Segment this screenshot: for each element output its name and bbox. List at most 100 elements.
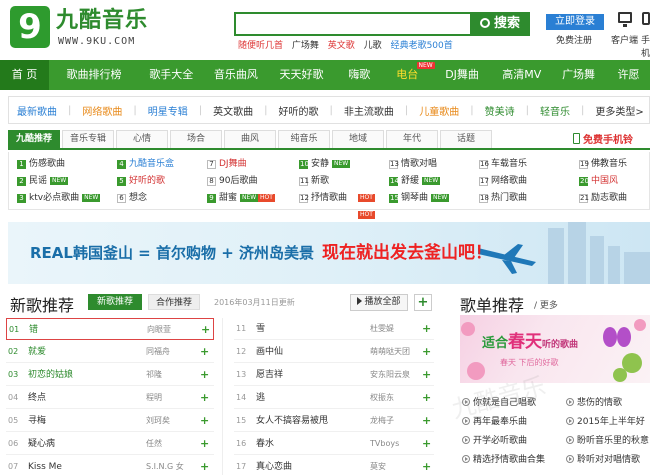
song-title[interactable]: 初恋的姑娘 xyxy=(28,364,73,386)
song-row[interactable]: 01 错 向眼萱 + xyxy=(6,318,214,340)
category-item[interactable]: 15 钢琴曲 NEW xyxy=(389,190,450,206)
category-item[interactable]: 19 佛教音乐 xyxy=(579,156,627,172)
song-row[interactable]: 17 真心恋曲 莫安 + xyxy=(234,456,434,475)
tab-category[interactable]: 音乐专辑 xyxy=(62,130,114,148)
song-artist[interactable]: 安东阳云泉 xyxy=(370,364,410,386)
category-item[interactable]: 10 安静 NEW xyxy=(299,156,351,172)
song-row[interactable]: 02 就爱 同福舟 + xyxy=(6,341,214,363)
song-artist[interactable]: 祁隆 xyxy=(146,364,162,386)
song-artist[interactable]: 杜雯媞 xyxy=(370,318,394,340)
playlist-item[interactable]: 开学必听歌曲 xyxy=(462,432,527,450)
category-item[interactable]: 9 甜蜜 NEW xyxy=(207,190,259,206)
category-item[interactable]: 16 车载音乐 xyxy=(479,156,527,172)
song-title[interactable]: 雪 xyxy=(256,318,265,340)
song-row[interactable]: 04 终点 程明 + xyxy=(6,387,214,409)
song-artist[interactable]: 同福舟 xyxy=(146,341,170,363)
song-title[interactable]: 就爱 xyxy=(28,341,46,363)
add-song-button[interactable]: + xyxy=(422,364,431,386)
nav-item[interactable]: 高清MV xyxy=(493,60,550,90)
category-item[interactable]: 20中国风HOT xyxy=(579,173,618,189)
song-title[interactable]: 疑心病 xyxy=(28,433,55,455)
tab-category[interactable]: 心情 xyxy=(116,130,168,148)
category-item[interactable]: 14 舒缓 NEW xyxy=(389,173,441,189)
mobile-link[interactable]: 手机 xyxy=(641,33,650,59)
genre-link[interactable]: 英文歌曲 xyxy=(213,103,253,118)
playlist-banner[interactable]: 适合春天听的歌曲 春天 下后的好歌 xyxy=(460,315,650,383)
song-artist[interactable]: 萌萌哒天团 xyxy=(370,341,410,363)
register-link[interactable]: 免费注册 xyxy=(556,33,592,46)
category-item[interactable]: 6 想念 xyxy=(117,190,147,206)
logo-mark[interactable]: 9 xyxy=(10,6,50,48)
add-song-button[interactable]: + xyxy=(422,387,431,409)
playlist-more-link[interactable]: / 更多 xyxy=(534,298,558,311)
genre-link[interactable]: 赞美诗 xyxy=(485,103,515,118)
song-artist[interactable]: S.I.N.G 女 xyxy=(146,456,184,475)
tab-category[interactable]: 九酷推荐 xyxy=(8,130,60,148)
song-row[interactable]: 05 寻梅 刘珂矣 + xyxy=(6,410,214,432)
category-item[interactable]: 5 好听的歌 HOT xyxy=(117,173,375,219)
song-artist[interactable]: 莫安 xyxy=(370,456,386,475)
phone-icon[interactable] xyxy=(642,12,650,25)
search-button[interactable]: 搜索 xyxy=(470,12,530,36)
tab-category[interactable]: 曲风 xyxy=(224,130,276,148)
song-row[interactable]: 11 雪 杜雯媞 + xyxy=(234,318,434,340)
nav-item[interactable]: 电台 NEW xyxy=(384,60,435,90)
song-artist[interactable]: 权振东 xyxy=(370,387,394,409)
nav-item[interactable]: 天天好歌 xyxy=(268,60,335,90)
song-artist[interactable]: 程明 xyxy=(146,387,162,409)
tab-category[interactable]: 话题 xyxy=(440,130,492,148)
client-link[interactable]: 客户端 xyxy=(611,33,638,46)
song-title[interactable]: 错 xyxy=(29,319,38,341)
song-title[interactable]: 寻梅 xyxy=(28,410,46,432)
nav-item[interactable]: 广场舞 xyxy=(550,60,607,90)
genre-link[interactable]: 网络歌曲 xyxy=(82,103,122,118)
song-row[interactable]: 06 疑心病 任然 + xyxy=(6,433,214,455)
song-title[interactable]: 真心恋曲 xyxy=(256,456,292,475)
hot-tag[interactable]: 英文歌 xyxy=(328,41,355,51)
add-song-button[interactable]: + xyxy=(422,410,431,432)
tab-partner-picks[interactable]: 合作推荐 xyxy=(148,294,200,310)
add-song-button[interactable]: + xyxy=(422,341,431,363)
category-item[interactable]: 7 DJ舞曲 xyxy=(207,156,247,172)
add-song-button[interactable]: + xyxy=(200,364,209,386)
genre-link[interactable]: 明星专辑 xyxy=(148,103,188,118)
genre-link[interactable]: 最新歌曲 xyxy=(17,103,57,118)
song-title[interactable]: 终点 xyxy=(28,387,46,409)
song-title[interactable]: 春水 xyxy=(256,433,274,455)
hot-tag[interactable]: 随便听几首 xyxy=(238,41,283,51)
monitor-icon[interactable] xyxy=(618,12,632,27)
song-row[interactable]: 03 初恋的姑娘 祁隆 + xyxy=(6,364,214,386)
nav-item[interactable]: 首 页 xyxy=(0,60,49,90)
nav-item[interactable]: 嗨歌 xyxy=(335,60,384,90)
add-song-button[interactable]: + xyxy=(201,319,210,341)
category-item[interactable]: 4 九酷音乐盒 HOT xyxy=(117,156,375,202)
song-title[interactable]: 画中仙 xyxy=(256,341,283,363)
search-input[interactable] xyxy=(234,12,470,36)
song-artist[interactable]: 向眼萱 xyxy=(147,319,171,341)
category-item[interactable]: 3 ktv必点歌曲 NEW xyxy=(17,190,101,206)
nav-item[interactable]: 歌手大全 xyxy=(139,60,204,90)
category-item[interactable]: 8 90后歌曲 xyxy=(207,173,257,189)
song-row[interactable]: 12 画中仙 萌萌哒天团 + xyxy=(234,341,434,363)
category-item[interactable]: 13 情歌对唱 xyxy=(389,156,437,172)
category-item[interactable]: 21 励志歌曲 xyxy=(579,190,627,206)
add-song-button[interactable]: + xyxy=(200,410,209,432)
category-item[interactable]: 18 热门歌曲 xyxy=(479,190,527,206)
genre-link[interactable]: 更多类型> xyxy=(595,103,643,118)
tab-category[interactable]: 纯音乐 xyxy=(278,130,330,148)
category-item[interactable]: 17 网络歌曲 xyxy=(479,173,527,189)
playlist-item[interactable]: 盼听音乐里的秋意 xyxy=(566,432,649,450)
genre-link[interactable]: 轻音乐 xyxy=(540,103,570,118)
nav-item[interactable]: DJ舞曲 xyxy=(431,60,494,90)
category-item[interactable]: 11 新歌 xyxy=(299,173,329,189)
hot-tag[interactable]: 经典老歌500首 xyxy=(391,41,453,51)
song-row[interactable]: 16 春水 TVboys + xyxy=(234,433,434,455)
nav-item[interactable]: 歌曲排行榜 xyxy=(49,60,139,90)
category-item[interactable]: 1 伤感歌曲 HOT xyxy=(17,156,275,202)
song-row[interactable]: 15 女人不搞容易被甩 龙梅子 + xyxy=(234,410,434,432)
song-artist[interactable]: 龙梅子 xyxy=(370,410,394,432)
add-song-button[interactable]: + xyxy=(200,387,209,409)
genre-link[interactable]: 好听的歌 xyxy=(279,103,319,118)
ad-banner[interactable]: REAL韩国釜山 = 首尔购物 + 济州岛美景 现在就出发去釜山吧！ xyxy=(8,222,650,284)
tab-category[interactable]: 场合 xyxy=(170,130,222,148)
